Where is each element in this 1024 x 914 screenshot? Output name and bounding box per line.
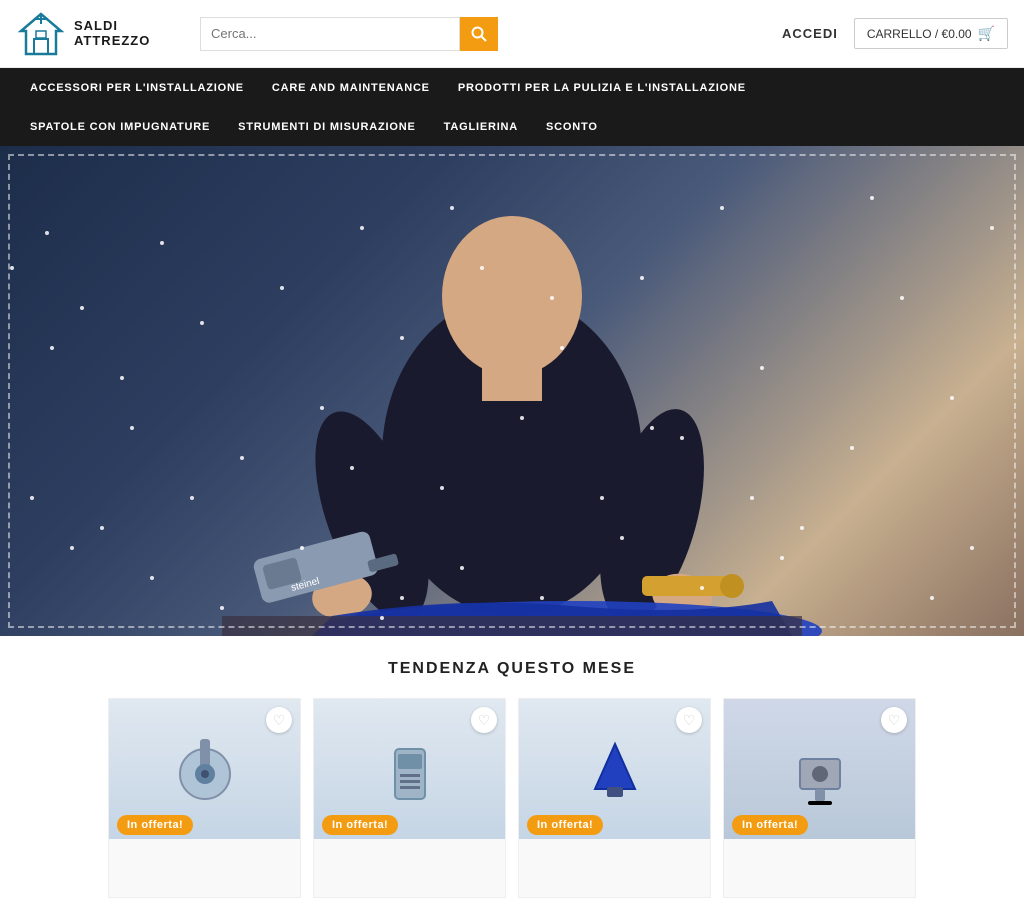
nav-item-sconto[interactable]: SCONTO <box>532 107 612 147</box>
trending-title: TENDENZA QUESTO MESE <box>16 660 1008 678</box>
hero-worker: steinel <box>172 176 852 636</box>
product-tool-icon-1 <box>165 729 245 809</box>
search-button[interactable] <box>460 17 498 51</box>
search-area <box>200 17 600 51</box>
nav-item-spatole[interactable]: SPATOLE CON IMPUGNATURE <box>16 107 224 147</box>
offer-badge-4: In offerta! <box>732 815 808 835</box>
trending-section: TENDENZA QUESTO MESE ♡ In offerta! <box>0 636 1024 914</box>
search-input[interactable] <box>200 17 460 51</box>
header-right: ACCEDI CARRELLO / €0.00 🛒 <box>782 18 1008 49</box>
product-info-3 <box>519 839 710 851</box>
wishlist-3[interactable]: ♡ <box>676 707 702 733</box>
nav-item-accessories[interactable]: ACCESSORI PER L'INSTALLAZIONE <box>16 68 258 108</box>
cart-icon: 🛒 <box>978 25 995 42</box>
wishlist-2[interactable]: ♡ <box>471 707 497 733</box>
products-row: ♡ In offerta! ♡ In offerta! <box>16 698 1008 898</box>
product-tool-icon-3 <box>575 729 655 809</box>
accedi-link[interactable]: ACCEDI <box>782 26 838 41</box>
product-info-2 <box>314 839 505 851</box>
logo-subtext: ATTREZZO <box>74 34 150 48</box>
offer-badge-3: In offerta! <box>527 815 603 835</box>
nav-item-taglierina[interactable]: TAGLIERINA <box>430 107 532 147</box>
offer-badge-2: In offerta! <box>322 815 398 835</box>
product-info-1 <box>109 839 300 851</box>
nav-item-strumenti[interactable]: STRUMENTI DI MISURAZIONE <box>224 107 429 147</box>
hero-banner: steinel <box>0 146 1024 636</box>
wishlist-4[interactable]: ♡ <box>881 707 907 733</box>
nav-item-cleaning[interactable]: PRODOTTI PER LA PULIZIA E L'INSTALLAZION… <box>444 68 760 108</box>
nav-item-care[interactable]: CARE AND MAINTENANCE <box>258 68 444 108</box>
wishlist-1[interactable]: ♡ <box>266 707 292 733</box>
nav-row1: ACCESSORI PER L'INSTALLAZIONE CARE AND M… <box>0 68 1024 108</box>
product-card-3: ♡ In offerta! <box>518 698 711 898</box>
product-card-1: ♡ In offerta! <box>108 698 301 898</box>
product-tool-icon-2 <box>370 729 450 809</box>
logo-text: SALDI <box>74 19 150 33</box>
site-header: SALDI ATTREZZO ACCEDI CARRELLO / €0.00 🛒 <box>0 0 1024 68</box>
nav-row2: SPATOLE CON IMPUGNATURE STRUMENTI DI MIS… <box>0 108 1024 146</box>
cart-label: CARRELLO / €0.00 <box>867 27 972 41</box>
search-icon <box>471 26 487 42</box>
product-card-4: ♡ In offerta! <box>723 698 916 898</box>
main-nav: ACCESSORI PER L'INSTALLAZIONE CARE AND M… <box>0 68 1024 146</box>
logo[interactable]: SALDI ATTREZZO <box>16 9 176 59</box>
product-card-2: ♡ In offerta! <box>313 698 506 898</box>
product-info-4 <box>724 839 915 851</box>
logo-icon <box>16 9 66 59</box>
offer-badge-1: In offerta! <box>117 815 193 835</box>
product-tool-icon-4 <box>780 729 860 809</box>
cart-button[interactable]: CARRELLO / €0.00 🛒 <box>854 18 1008 49</box>
